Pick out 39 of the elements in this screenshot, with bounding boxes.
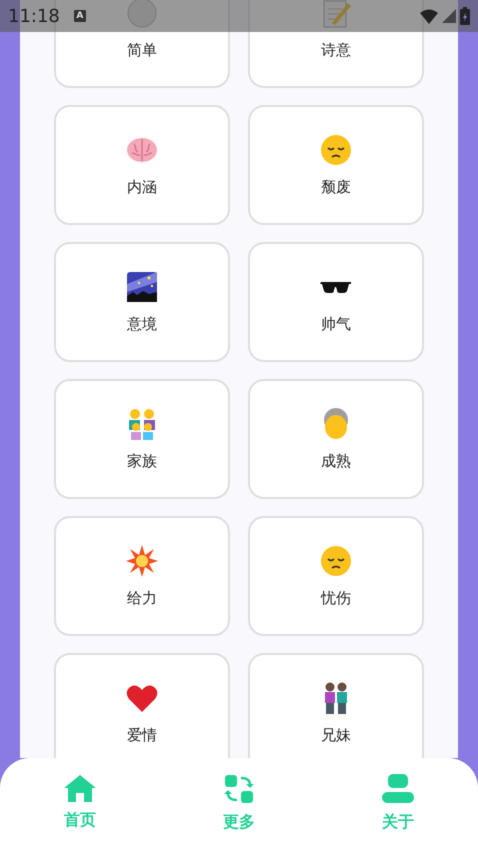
card-label: 颓废 xyxy=(321,178,351,197)
signal-icon xyxy=(442,9,456,23)
battery-icon xyxy=(460,7,470,25)
category-card[interactable]: 忧伤 xyxy=(248,516,424,636)
explosion-icon xyxy=(126,545,158,577)
card-label: 简单 xyxy=(127,41,157,60)
wifi-icon xyxy=(420,8,438,24)
card-label: 忧伤 xyxy=(321,589,351,608)
category-card[interactable]: 诗意 xyxy=(248,0,424,88)
user-icon xyxy=(382,774,414,804)
card-label: 家族 xyxy=(127,452,157,471)
sad-face-icon xyxy=(320,134,352,166)
sad-face-icon xyxy=(320,545,352,577)
category-card[interactable]: 内涵 xyxy=(54,105,230,225)
card-label: 诗意 xyxy=(321,41,351,60)
category-card[interactable]: 意境 xyxy=(54,242,230,362)
category-card[interactable]: 兄妹 xyxy=(248,653,424,758)
category-card[interactable]: 颓废 xyxy=(248,105,424,225)
sunglasses-icon xyxy=(320,280,352,294)
card-label: 帅气 xyxy=(321,315,351,334)
category-card[interactable]: 帅气 xyxy=(248,242,424,362)
swap-icon xyxy=(224,774,254,804)
card-label: 成熟 xyxy=(321,452,351,471)
home-icon xyxy=(64,774,96,802)
brain-icon xyxy=(126,136,158,164)
category-card[interactable]: 爱情 xyxy=(54,653,230,758)
night-sky-icon xyxy=(127,272,157,302)
category-card[interactable]: 家族 xyxy=(54,379,230,499)
category-card[interactable]: 给力 xyxy=(54,516,230,636)
card-label: 给力 xyxy=(127,589,157,608)
card-label: 兄妹 xyxy=(321,726,351,745)
card-label: 意境 xyxy=(127,315,157,334)
family-icon xyxy=(126,408,158,440)
elder-person-icon xyxy=(321,408,351,440)
card-label: 内涵 xyxy=(127,178,157,197)
heart-icon xyxy=(126,684,158,712)
notification-icon: A xyxy=(74,10,86,22)
category-card[interactable]: 成熟 xyxy=(248,379,424,499)
card-label: 爱情 xyxy=(127,726,157,745)
